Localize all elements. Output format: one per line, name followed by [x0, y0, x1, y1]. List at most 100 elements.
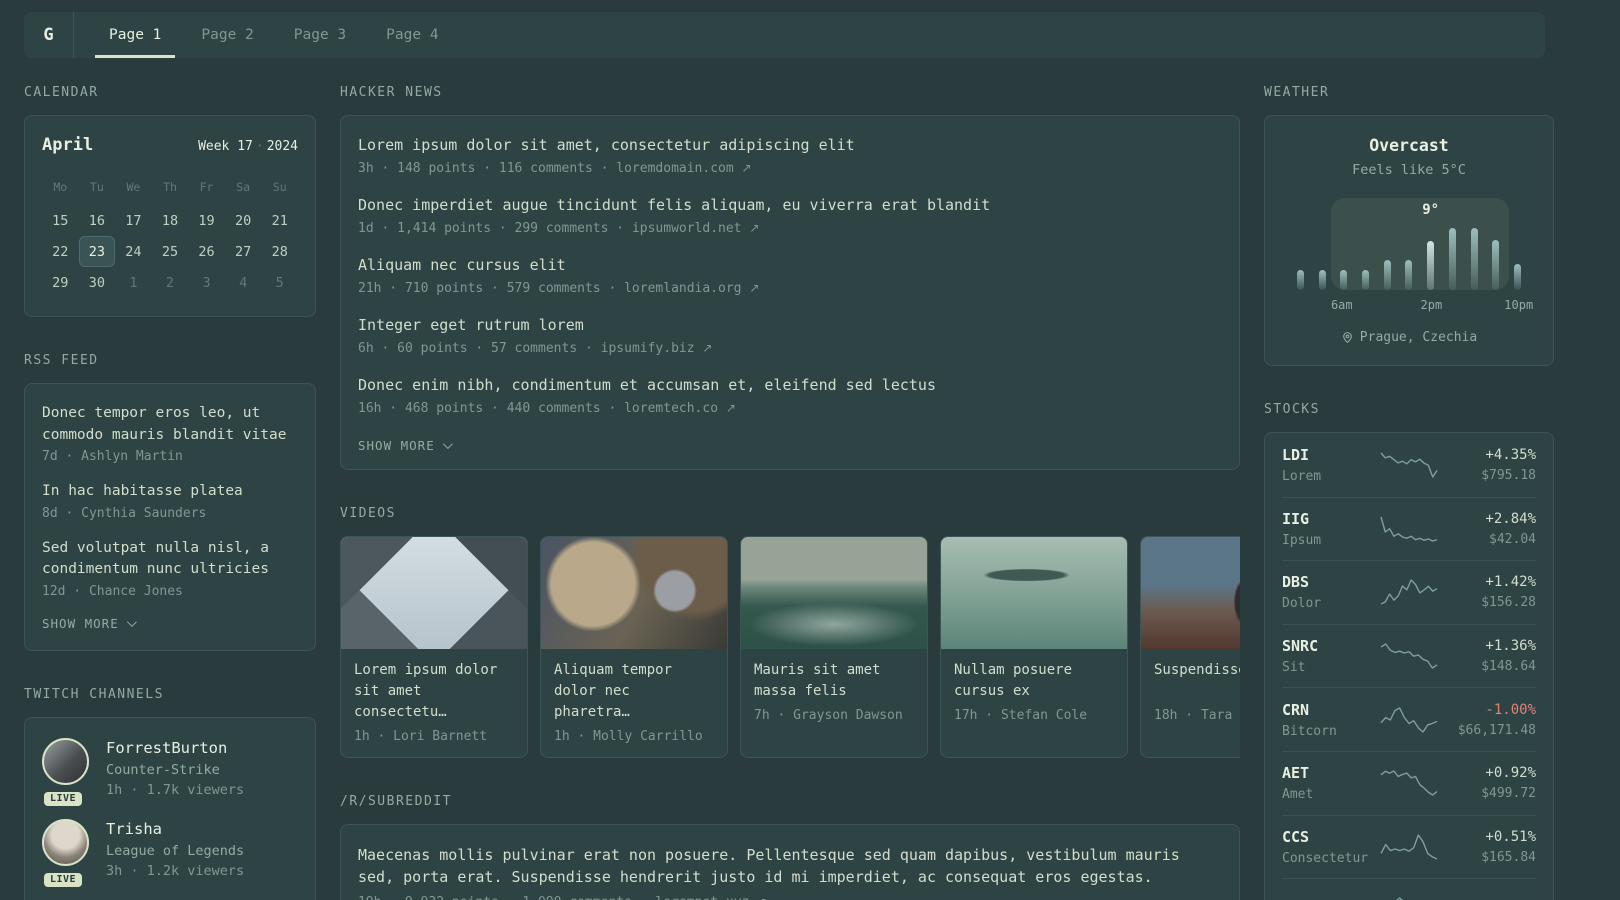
news-meta: 1d · 1,414 points · 299 comments · ipsum… — [358, 221, 1222, 236]
rss-section: RSS FEED Donec tempor eros leo, ut commo… — [24, 353, 316, 651]
video-title: Mauris sit amet massa felis — [754, 662, 881, 699]
video-card[interactable]: Nullam posuere cursus ex 17h · Stefan Co… — [940, 536, 1128, 758]
weather-bar — [1362, 270, 1370, 290]
channel-name[interactable]: ForrestBurton — [106, 738, 244, 758]
weather-bar — [1297, 270, 1304, 290]
news-domain-link[interactable]: loremdomain.com — [616, 161, 733, 176]
rss-item-title[interactable]: In hac habitasse platea — [42, 481, 298, 503]
stock-row[interactable]: CCS Consectetur +0.51% $165.84 — [1282, 814, 1536, 879]
calendar-day[interactable]: 27 — [225, 236, 262, 267]
news-title[interactable]: Donec enim nibh, condimentum et accumsan… — [358, 375, 1222, 396]
stock-name: Lorem — [1282, 468, 1322, 484]
rss-show-more-button[interactable]: SHOW MORE — [42, 616, 298, 631]
video-card[interactable]: Lorem ipsum dolor sit amet consectetu… 1… — [340, 536, 528, 758]
news-domain-link[interactable]: loremtech.co — [624, 401, 718, 416]
calendar-day[interactable]: 4 — [225, 267, 262, 298]
video-card[interactable]: Suspendisse diam 18h · Tara — [1140, 536, 1240, 758]
news-title[interactable]: Lorem ipsum dolor sit amet, consectetur … — [358, 135, 1222, 156]
calendar-day[interactable]: 1 — [115, 267, 152, 298]
calendar-day[interactable]: 24 — [115, 236, 152, 267]
calendar-day[interactable]: 3 — [188, 267, 225, 298]
tab-page-1[interactable]: Page 1 — [95, 12, 176, 58]
stock-change: -1.00% — [1485, 701, 1536, 718]
calendar-day[interactable]: 30 — [79, 267, 116, 298]
calendar-day[interactable]: 2 — [152, 267, 189, 298]
twitch-channel[interactable]: LIVE ForrestBurton Counter-Strike 1h · 1… — [42, 737, 298, 806]
news-domain-link[interactable]: ipsumify.biz — [601, 341, 695, 356]
stock-values: +1.42% $156.28 — [1440, 574, 1536, 610]
stock-id: SNRC Sit — [1282, 637, 1378, 675]
video-body: Aliquam tempor dolor nec pharetra… 1h · … — [541, 649, 727, 757]
calendar-day[interactable]: 28 — [261, 236, 298, 267]
news-show-more-button[interactable]: SHOW MORE — [358, 438, 1222, 453]
stock-values: +1.36% $148.64 — [1440, 638, 1536, 674]
stock-price: $795.18 — [1481, 467, 1536, 483]
calendar-section: CALENDAR April Week 17 · 2024 Mo Tu We Th … — [24, 85, 316, 317]
weather-time-labels: 6am 2pm 10pm — [1297, 298, 1533, 314]
subreddit-section: /R/SUBREDDIT Maecenas mollis pulvinar er… — [340, 794, 1240, 900]
news-domain-link[interactable]: ipsumworld.net — [632, 221, 742, 236]
external-link-icon: ↗ — [757, 895, 767, 900]
external-link-icon: ↗ — [741, 161, 752, 175]
calendar-day[interactable]: 20 — [225, 205, 262, 236]
time-label: 2pm — [1420, 298, 1443, 312]
news-domain-link[interactable]: loremlandia.org — [624, 281, 741, 296]
calendar-day[interactable]: 21 — [261, 205, 298, 236]
rss-item-title[interactable]: Sed volutpat nulla nisl, a condimentum n… — [42, 538, 298, 581]
stock-values: -1.00% $66,171.48 — [1440, 702, 1536, 738]
stock-id: CRN Bitcorn — [1282, 701, 1378, 739]
video-meta: 7h · Grayson Dawson — [754, 708, 903, 723]
news-title[interactable]: Integer eget rutrum lorem — [358, 315, 1222, 336]
calendar-day[interactable]: 22 — [42, 236, 79, 267]
channel-meta: 1h · 1.7k viewers — [106, 781, 245, 798]
news-meta-text: 21h · 710 points · 579 comments · — [358, 281, 625, 296]
post-domain-link[interactable]: loremnet.xyz — [655, 895, 749, 900]
tab-page-2[interactable]: Page 2 — [187, 12, 267, 58]
news-title[interactable]: Donec imperdiet augue tincidunt felis al… — [358, 195, 1222, 216]
tab-page-4[interactable]: Page 4 — [372, 12, 452, 58]
channel-name[interactable]: Trisha — [106, 819, 244, 839]
stock-row[interactable]: AHS +0.46% — [1282, 878, 1536, 900]
daylight-highlight — [1330, 198, 1509, 290]
calendar-day[interactable]: 15 — [42, 205, 79, 236]
stock-row[interactable]: AET Amet +0.92% $499.72 — [1282, 750, 1536, 815]
weather-bar — [1492, 240, 1500, 290]
video-title: Nullam posuere cursus ex — [954, 662, 1073, 699]
calendar-grid: 15 16 17 18 19 20 21 22 23 24 25 26 27 28 29 30 1 2 3 4 5 — [42, 205, 298, 298]
hacker-news-section-title: HACKER NEWS — [340, 85, 443, 100]
calendar-day[interactable]: 5 — [261, 267, 298, 298]
calendar-day[interactable]: 26 — [188, 236, 225, 267]
news-title[interactable]: Aliquam nec cursus elit — [358, 255, 1222, 276]
dashboard-page: G Page 1 Page 2 Page 3 Page 4 CALENDAR A… — [0, 0, 1620, 900]
stock-id: LDI Lorem — [1282, 446, 1378, 484]
post-title[interactable]: Maecenas mollis pulvinar erat non posuer… — [358, 844, 1222, 888]
dashboard-columns: CALENDAR April Week 17 · 2024 Mo Tu We Th … — [0, 85, 1620, 900]
stock-row[interactable]: IIG Ipsum +2.84% $42.04 — [1282, 496, 1536, 561]
rss-item: Sed volutpat nulla nisl, a condimentum n… — [42, 538, 298, 599]
rss-item-meta: 12d · Chance Jones — [42, 583, 183, 599]
show-more-label: SHOW MORE — [358, 438, 435, 453]
rss-item-title[interactable]: Donec tempor eros leo, ut commodo mauris… — [42, 403, 298, 446]
stock-row[interactable]: LDI Lorem +4.35% $795.18 — [1282, 433, 1536, 497]
stock-row[interactable]: CRN Bitcorn -1.00% $66,171.48 — [1282, 687, 1536, 751]
calendar-day[interactable]: 23 — [78, 236, 116, 267]
news-meta: 16h · 468 points · 440 comments · loremt… — [358, 401, 1222, 416]
live-badge: LIVE — [44, 791, 83, 806]
twitch-section: TWITCH CHANNELS LIVE ForrestBurton Count… — [24, 687, 316, 900]
calendar-day[interactable]: 16 — [79, 205, 116, 236]
video-card[interactable]: Mauris sit amet massa felis 7h · Grayson… — [740, 536, 928, 758]
stock-row[interactable]: SNRC Sit +1.36% $148.64 — [1282, 623, 1536, 688]
calendar-day[interactable]: 29 — [42, 267, 79, 298]
tab-page-3[interactable]: Page 3 — [280, 12, 360, 58]
stock-row[interactable]: DBS Dolor +1.42% $156.28 — [1282, 560, 1536, 624]
calendar-day[interactable]: 25 — [152, 236, 189, 267]
video-card[interactable]: Aliquam tempor dolor nec pharetra… 1h · … — [540, 536, 728, 758]
calendar-day[interactable]: 17 — [115, 205, 152, 236]
calendar-day[interactable]: 18 — [152, 205, 189, 236]
post-meta: 19h · 9,932 points · 1,090 comments · lo… — [358, 895, 1222, 900]
avatar-wrap: LIVE — [42, 818, 89, 887]
twitch-channel[interactable]: LIVE Trisha League of Legends 3h · 1.2k … — [42, 818, 298, 887]
external-link-icon: ↗ — [725, 401, 736, 415]
center-column: HACKER NEWS Lorem ipsum dolor sit amet, … — [340, 85, 1240, 900]
calendar-day[interactable]: 19 — [188, 205, 225, 236]
